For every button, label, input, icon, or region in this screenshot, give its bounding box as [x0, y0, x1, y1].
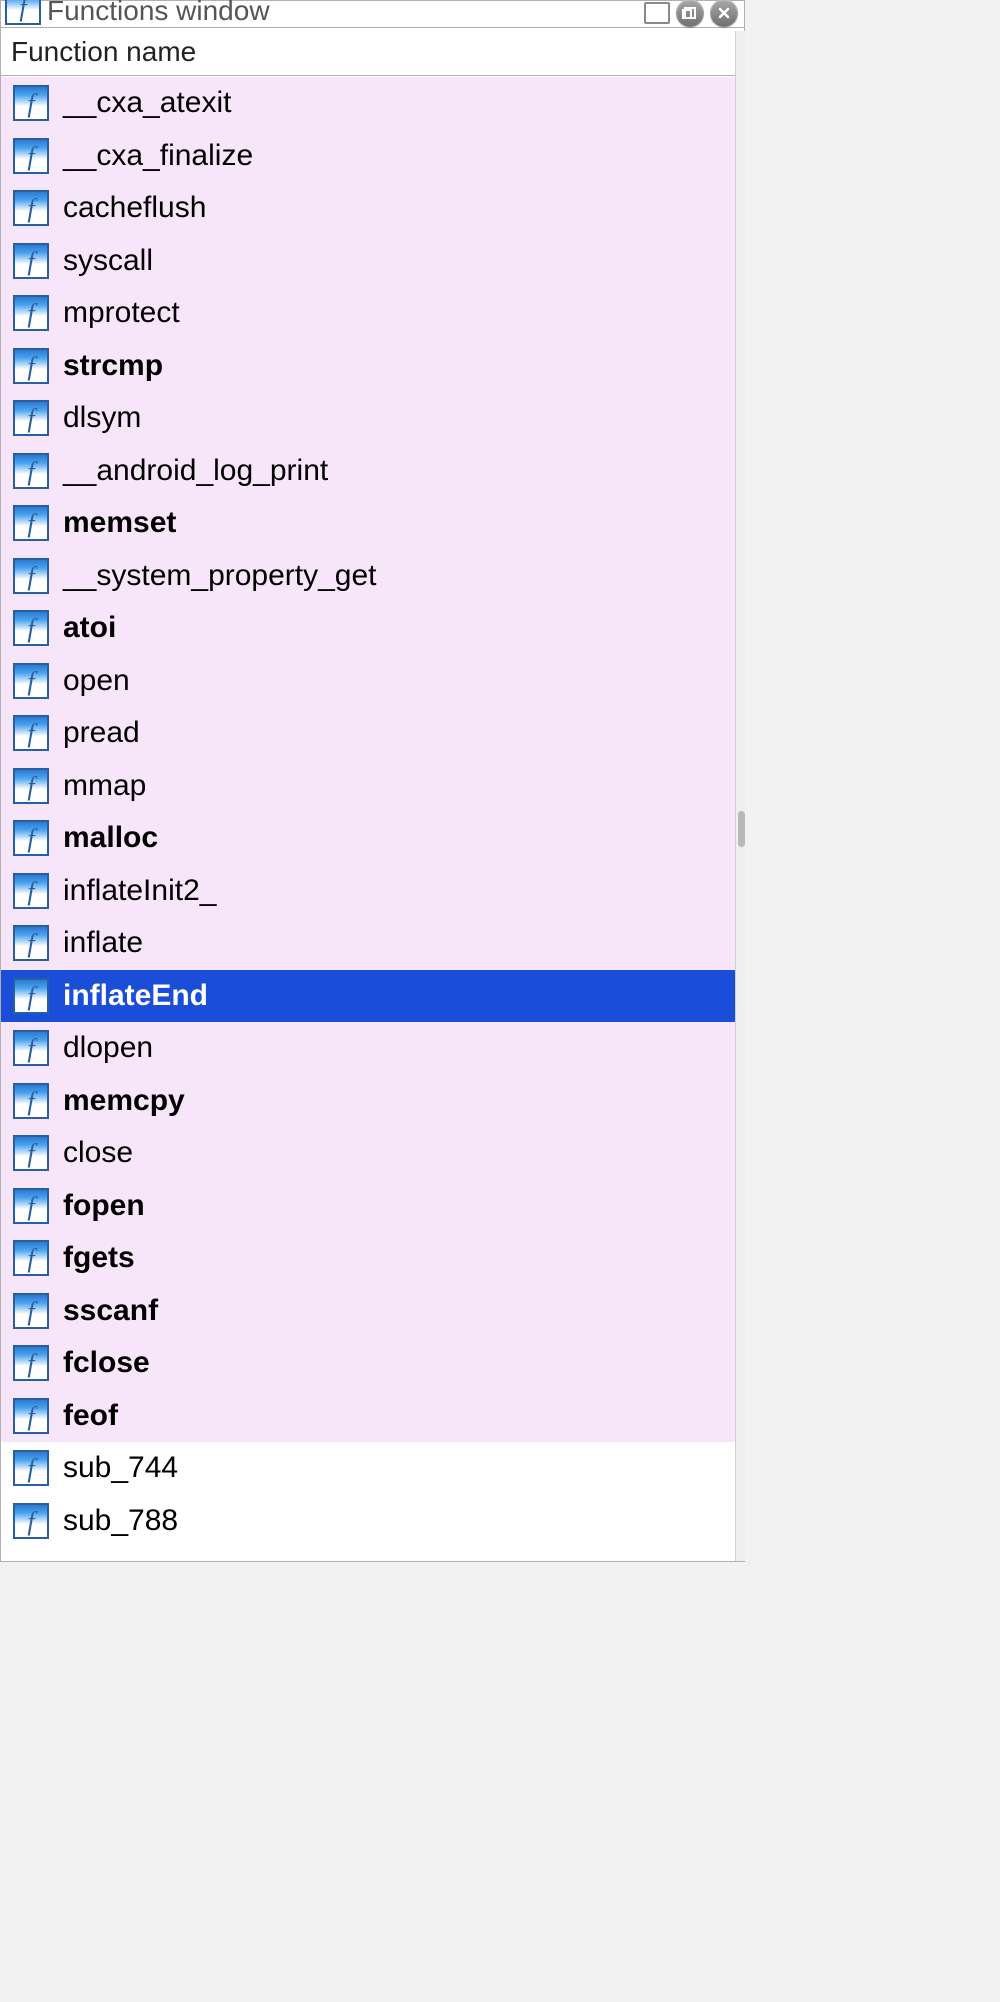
function-name: malloc — [49, 821, 158, 855]
function-icon — [13, 768, 49, 804]
function-row[interactable]: syscall — [1, 235, 744, 288]
function-icon — [13, 1293, 49, 1329]
function-icon — [13, 85, 49, 121]
function-icon — [5, 0, 41, 25]
function-row[interactable]: atoi — [1, 602, 744, 655]
function-row[interactable]: memcpy — [1, 1075, 744, 1128]
function-name: syscall — [49, 244, 153, 278]
function-icon — [13, 663, 49, 699]
function-name: feof — [49, 1399, 118, 1433]
function-icon — [13, 925, 49, 961]
function-row[interactable]: sub_744 — [1, 1442, 744, 1495]
function-icon — [13, 138, 49, 174]
function-name: fgets — [49, 1241, 135, 1275]
function-row[interactable]: fclose — [1, 1337, 744, 1390]
function-icon — [13, 1083, 49, 1119]
function-row[interactable]: __cxa_atexit — [1, 77, 744, 130]
function-icon — [13, 400, 49, 436]
function-icon — [13, 190, 49, 226]
window-controls — [644, 0, 738, 27]
function-name: mmap — [49, 769, 146, 803]
function-icon — [13, 295, 49, 331]
function-row[interactable]: dlsym — [1, 392, 744, 445]
function-row[interactable]: fopen — [1, 1180, 744, 1233]
function-icon — [13, 1450, 49, 1486]
function-row[interactable]: close — [1, 1127, 744, 1180]
function-name: close — [49, 1136, 133, 1170]
function-icon — [13, 453, 49, 489]
function-name: sub_744 — [49, 1451, 178, 1485]
function-row[interactable]: __android_log_print — [1, 445, 744, 498]
function-name: mprotect — [49, 296, 180, 330]
function-name: cacheflush — [49, 191, 206, 225]
window-titlebar[interactable]: Functions window — [1, 1, 744, 28]
restore-icon[interactable] — [644, 2, 670, 24]
function-icon — [13, 558, 49, 594]
function-name: __system_property_get — [49, 559, 377, 593]
function-icon — [13, 873, 49, 909]
function-name: atoi — [49, 611, 116, 645]
function-icon — [13, 1135, 49, 1171]
scrollbar-thumb[interactable] — [738, 811, 745, 847]
function-row[interactable]: feof — [1, 1390, 744, 1443]
function-icon — [13, 1398, 49, 1434]
function-row[interactable]: strcmp — [1, 340, 744, 393]
function-name: __cxa_finalize — [49, 139, 253, 173]
dock-button[interactable] — [676, 0, 704, 27]
function-icon — [13, 348, 49, 384]
function-list[interactable]: __cxa_atexit __cxa_finalize cacheflush sysc… — [1, 77, 744, 1561]
function-icon — [13, 1503, 49, 1539]
function-row[interactable]: sub_788 — [1, 1495, 744, 1548]
function-icon — [13, 1188, 49, 1224]
column-header[interactable]: Function name — [1, 28, 744, 76]
function-icon — [13, 715, 49, 751]
dock-icon — [682, 5, 698, 21]
function-name: dlsym — [49, 401, 141, 435]
function-name: sscanf — [49, 1294, 158, 1328]
function-row[interactable]: fgets — [1, 1232, 744, 1285]
function-name: fclose — [49, 1346, 150, 1380]
function-row[interactable]: inflate — [1, 917, 744, 970]
function-icon — [13, 1030, 49, 1066]
function-name: sub_788 — [49, 1504, 178, 1538]
function-name: fopen — [49, 1189, 145, 1223]
close-icon — [716, 5, 732, 21]
function-icon — [13, 1240, 49, 1276]
function-row[interactable]: open — [1, 655, 744, 708]
function-name: __android_log_print — [49, 454, 328, 488]
function-icon — [13, 820, 49, 856]
function-row[interactable]: cacheflush — [1, 182, 744, 235]
close-button[interactable] — [710, 0, 738, 27]
function-name: memcpy — [49, 1084, 185, 1118]
function-row[interactable]: mmap — [1, 760, 744, 813]
function-row[interactable]: dlopen — [1, 1022, 744, 1075]
function-row[interactable]: malloc — [1, 812, 744, 865]
function-icon — [13, 243, 49, 279]
function-row[interactable]: __cxa_finalize — [1, 130, 744, 183]
column-header-label: Function name — [11, 36, 196, 68]
function-name: inflate — [49, 926, 143, 960]
function-icon — [13, 1345, 49, 1381]
function-row[interactable]: mprotect — [1, 287, 744, 340]
function-name: dlopen — [49, 1031, 153, 1065]
function-name: strcmp — [49, 349, 163, 383]
function-row[interactable]: pread — [1, 707, 744, 760]
function-name: inflateEnd — [49, 979, 208, 1013]
function-row[interactable]: inflateInit2_ — [1, 865, 744, 918]
function-name: __cxa_atexit — [49, 86, 231, 120]
function-name: pread — [49, 716, 140, 750]
function-name: open — [49, 664, 130, 698]
scrollbar[interactable] — [735, 31, 745, 1561]
functions-window: Functions window Function na — [0, 0, 745, 1562]
function-name: memset — [49, 506, 176, 540]
function-row[interactable]: memset — [1, 497, 744, 550]
function-icon — [13, 610, 49, 646]
function-row[interactable]: sscanf — [1, 1285, 744, 1338]
function-name: inflateInit2_ — [49, 874, 216, 908]
function-icon — [13, 505, 49, 541]
function-icon — [13, 978, 49, 1014]
window-title: Functions window — [47, 0, 644, 27]
function-row[interactable]: inflateEnd — [1, 970, 744, 1023]
function-row[interactable]: __system_property_get — [1, 550, 744, 603]
